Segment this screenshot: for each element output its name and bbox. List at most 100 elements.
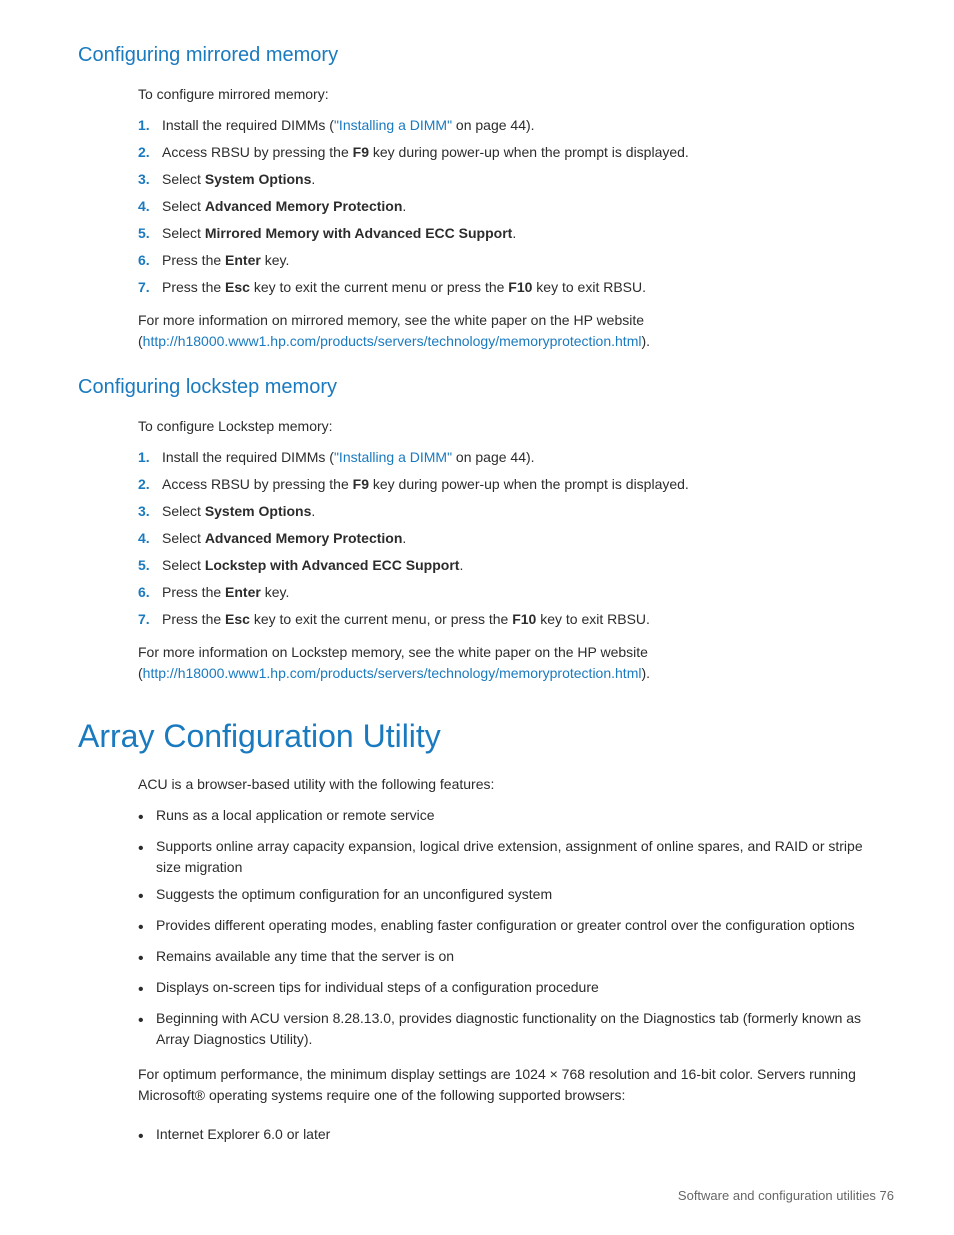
browser-bullet-1: • — [138, 1125, 156, 1149]
acu-intro: ACU is a browser-based utility with the … — [138, 774, 876, 795]
ls-enter-bold: Enter — [225, 584, 261, 600]
acu-heading: Array Configuration Utility — [78, 712, 876, 760]
ls-f9-bold: F9 — [353, 476, 369, 492]
ls-step-num-5: 5. — [138, 555, 162, 576]
ls-step-num-2: 2. — [138, 474, 162, 495]
ls-step-num-7: 7. — [138, 609, 162, 630]
acu-feature-text-4: Provides different operating modes, enab… — [156, 915, 876, 936]
ls-advanced-memory-bold: Advanced Memory Protection — [205, 530, 403, 546]
bullet-icon-4: • — [138, 916, 156, 940]
bullet-icon-1: • — [138, 806, 156, 830]
mirrored-intro: To configure mirrored memory: — [138, 84, 876, 105]
mirrored-step-3: 3. Select System Options. — [138, 169, 876, 190]
acu-feature-text-5: Remains available any time that the serv… — [156, 946, 876, 967]
ls-step-content-1: Install the required DIMMs ("Installing … — [162, 447, 876, 468]
ls-step-num-3: 3. — [138, 501, 162, 522]
step-content-5: Select Mirrored Memory with Advanced ECC… — [162, 223, 876, 244]
mirrored-ecc-bold: Mirrored Memory with Advanced ECC Suppor… — [205, 225, 513, 241]
acu-feature-2: • Supports online array capacity expansi… — [138, 836, 876, 878]
step-num-3: 3. — [138, 169, 162, 190]
mirrored-heading: Configuring mirrored memory — [78, 40, 876, 70]
acu-browser-list: • Internet Explorer 6.0 or later — [138, 1124, 876, 1149]
step-num-6: 6. — [138, 250, 162, 271]
mirrored-step-4: 4. Select Advanced Memory Protection. — [138, 196, 876, 217]
acu-feature-text-2: Supports online array capacity expansion… — [156, 836, 876, 878]
step-content-2: Access RBSU by pressing the F9 key durin… — [162, 142, 876, 163]
mirrored-steps-list: 1. Install the required DIMMs ("Installi… — [138, 115, 876, 298]
acu-feature-6: • Displays on-screen tips for individual… — [138, 977, 876, 1002]
lockstep-step-5: 5. Select Lockstep with Advanced ECC Sup… — [138, 555, 876, 576]
ls-step-content-7: Press the Esc key to exit the current me… — [162, 609, 876, 630]
advanced-memory-bold: Advanced Memory Protection — [205, 198, 403, 214]
step-num-5: 5. — [138, 223, 162, 244]
ls-step-content-4: Select Advanced Memory Protection. — [162, 528, 876, 549]
lockstep-step-2: 2. Access RBSU by pressing the F9 key du… — [138, 474, 876, 495]
acu-section: Array Configuration Utility ACU is a bro… — [78, 712, 876, 1149]
lockstep-hp-link[interactable]: http://h18000.www1.hp.com/products/serve… — [143, 665, 642, 681]
mirrored-note: For more information on mirrored memory,… — [138, 310, 876, 352]
lockstep-intro: To configure Lockstep memory: — [138, 416, 876, 437]
lockstep-step-6: 6. Press the Enter key. — [138, 582, 876, 603]
lockstep-note: For more information on Lockstep memory,… — [138, 642, 876, 684]
step-num-1: 1. — [138, 115, 162, 136]
lockstep-step-7: 7. Press the Esc key to exit the current… — [138, 609, 876, 630]
ls-step-num-1: 1. — [138, 447, 162, 468]
ls-system-options-bold: System Options — [205, 503, 312, 519]
browser-text-1: Internet Explorer 6.0 or later — [156, 1124, 876, 1145]
lockstep-memory-section: Configuring lockstep memory To configure… — [78, 372, 876, 684]
acu-feature-4: • Provides different operating modes, en… — [138, 915, 876, 940]
acu-perf-note: For optimum performance, the minimum dis… — [138, 1064, 876, 1106]
acu-feature-text-6: Displays on-screen tips for individual s… — [156, 977, 876, 998]
installing-dimm-link-2[interactable]: "Installing a DIMM" — [334, 449, 452, 465]
acu-feature-text-1: Runs as a local application or remote se… — [156, 805, 876, 826]
lockstep-step-1: 1. Install the required DIMMs ("Installi… — [138, 447, 876, 468]
ls-step-content-6: Press the Enter key. — [162, 582, 876, 603]
mirrored-step-6: 6. Press the Enter key. — [138, 250, 876, 271]
step-num-4: 4. — [138, 196, 162, 217]
ls-step-num-4: 4. — [138, 528, 162, 549]
ls-step-content-2: Access RBSU by pressing the F9 key durin… — [162, 474, 876, 495]
system-options-bold: System Options — [205, 171, 312, 187]
lockstep-heading: Configuring lockstep memory — [78, 372, 876, 402]
step-content-3: Select System Options. — [162, 169, 876, 190]
step-content-1: Install the required DIMMs ("Installing … — [162, 115, 876, 136]
mirrored-step-2: 2. Access RBSU by pressing the F9 key du… — [138, 142, 876, 163]
esc-bold-1: Esc — [225, 279, 250, 295]
mirrored-step-1: 1. Install the required DIMMs ("Installi… — [138, 115, 876, 136]
acu-feature-5: • Remains available any time that the se… — [138, 946, 876, 971]
bullet-icon-7: • — [138, 1009, 156, 1033]
lockstep-ecc-bold: Lockstep with Advanced ECC Support — [205, 557, 460, 573]
acu-feature-3: • Suggests the optimum configuration for… — [138, 884, 876, 909]
step-content-7: Press the Esc key to exit the current me… — [162, 277, 876, 298]
enter-bold-1: Enter — [225, 252, 261, 268]
installing-dimm-link-1[interactable]: "Installing a DIMM" — [334, 117, 452, 133]
lockstep-steps-list: 1. Install the required DIMMs ("Installi… — [138, 447, 876, 630]
ls-esc-bold: Esc — [225, 611, 250, 627]
step-num-7: 7. — [138, 277, 162, 298]
ls-step-content-5: Select Lockstep with Advanced ECC Suppor… — [162, 555, 876, 576]
f9-bold: F9 — [353, 144, 369, 160]
mirrored-step-7: 7. Press the Esc key to exit the current… — [138, 277, 876, 298]
ls-step-content-3: Select System Options. — [162, 501, 876, 522]
ls-f10-bold: F10 — [512, 611, 536, 627]
acu-feature-text-3: Suggests the optimum configuration for a… — [156, 884, 876, 905]
bullet-icon-2: • — [138, 837, 156, 861]
ls-step-num-6: 6. — [138, 582, 162, 603]
acu-feature-7: • Beginning with ACU version 8.28.13.0, … — [138, 1008, 876, 1050]
mirrored-step-5: 5. Select Mirrored Memory with Advanced … — [138, 223, 876, 244]
mirrored-hp-link[interactable]: http://h18000.www1.hp.com/products/serve… — [143, 333, 642, 349]
step-content-4: Select Advanced Memory Protection. — [162, 196, 876, 217]
lockstep-step-4: 4. Select Advanced Memory Protection. — [138, 528, 876, 549]
bullet-icon-5: • — [138, 947, 156, 971]
mirrored-memory-section: Configuring mirrored memory To configure… — [78, 40, 876, 352]
acu-feature-1: • Runs as a local application or remote … — [138, 805, 876, 830]
bullet-icon-6: • — [138, 978, 156, 1002]
step-num-2: 2. — [138, 142, 162, 163]
f10-bold-1: F10 — [508, 279, 532, 295]
bullet-icon-3: • — [138, 885, 156, 909]
browser-item-1: • Internet Explorer 6.0 or later — [138, 1124, 876, 1149]
acu-feature-text-7: Beginning with ACU version 8.28.13.0, pr… — [156, 1008, 876, 1050]
step-content-6: Press the Enter key. — [162, 250, 876, 271]
lockstep-step-3: 3. Select System Options. — [138, 501, 876, 522]
acu-features-list: • Runs as a local application or remote … — [138, 805, 876, 1050]
